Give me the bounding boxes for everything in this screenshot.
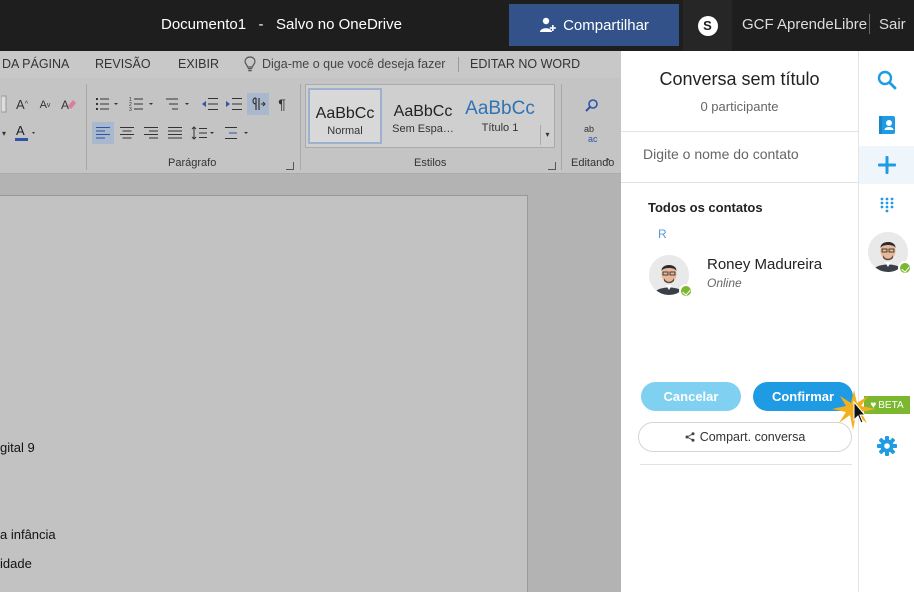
shrink-font-icon[interactable]: Av bbox=[36, 96, 54, 114]
line-spacing-icon[interactable] bbox=[190, 123, 218, 143]
divider bbox=[640, 464, 852, 465]
increase-indent-icon[interactable] bbox=[224, 94, 244, 114]
divider bbox=[869, 14, 870, 34]
contacts-letter-header: R bbox=[658, 227, 667, 241]
style-sample: AaBbCc bbox=[315, 105, 375, 122]
ribbon: A ^ Av A ▾ A 1 2 3 ¶ Parágrafo AaBbCc No… bbox=[0, 78, 621, 174]
title-bar: Documento1 - Salvo no OneDrive Compartil… bbox=[0, 0, 914, 51]
group-label-paragraph: Parágrafo bbox=[168, 157, 217, 169]
add-person-icon bbox=[540, 17, 556, 32]
share-conversation-button[interactable]: Compart. conversa bbox=[638, 422, 852, 452]
doc-text-line: gital 9 bbox=[0, 440, 35, 455]
doc-text-line: idade bbox=[0, 556, 32, 571]
find-icon[interactable] bbox=[582, 95, 602, 115]
styles-more-chevron-icon[interactable]: ▾ bbox=[540, 125, 554, 145]
skype-conversation-panel: Conversa sem título 0 participante Digit… bbox=[621, 51, 858, 592]
clear-format-icon[interactable]: A bbox=[58, 94, 78, 114]
ribbon-tabs: DA PÁGINA REVISÃO EXIBIR Diga-me o que v… bbox=[0, 51, 621, 78]
tab-review[interactable]: REVISÃO bbox=[95, 57, 151, 71]
document-title: Documento1 - Salvo no OneDrive bbox=[161, 16, 402, 33]
cancel-button[interactable]: Cancelar bbox=[641, 382, 741, 411]
collapse-ribbon-icon[interactable]: ⌃ bbox=[604, 157, 612, 168]
user-name[interactable]: GCF AprendeLibre bbox=[742, 16, 867, 33]
contact-name[interactable]: Roney Madureira bbox=[707, 256, 822, 273]
skype-button[interactable]: S bbox=[683, 0, 732, 51]
online-status-icon bbox=[898, 261, 912, 275]
conversation-title: Conversa sem título bbox=[659, 69, 820, 89]
dropdown-chevron-icon[interactable]: ▾ bbox=[0, 123, 8, 143]
divider bbox=[561, 84, 562, 170]
svg-text:ab: ab bbox=[584, 124, 594, 134]
style-no-spacing[interactable]: AaBbCc Sem Espa… bbox=[386, 88, 460, 144]
style-sample: AaBbCc bbox=[393, 103, 453, 120]
document-canvas: gital 9 a infância idade bbox=[0, 175, 621, 592]
share-button[interactable]: Compartilhar bbox=[509, 4, 679, 46]
paragraph-dialog-launcher[interactable] bbox=[286, 162, 294, 170]
skype-side-rail bbox=[858, 51, 914, 592]
tab-edit-in-word[interactable]: EDITAR NO WORD bbox=[470, 57, 580, 71]
decrease-indent-icon[interactable] bbox=[200, 94, 220, 114]
settings-icon[interactable] bbox=[859, 427, 914, 465]
paragraph-spacing-icon[interactable] bbox=[224, 123, 252, 143]
group-label-styles: Estilos bbox=[414, 157, 447, 169]
share-label: Compartilhar bbox=[563, 16, 649, 34]
doc-text-line: a infância bbox=[0, 527, 56, 542]
multilevel-list-icon[interactable] bbox=[164, 94, 194, 114]
grow-font-icon[interactable]: A ^ bbox=[12, 94, 32, 114]
add-icon[interactable] bbox=[859, 146, 914, 184]
divider bbox=[86, 84, 87, 170]
participant-count: 0 participante bbox=[700, 99, 779, 114]
style-heading-1[interactable]: AaBbCc Título 1 bbox=[463, 88, 537, 144]
contact-search-input[interactable]: Digite o nome do contato bbox=[643, 146, 799, 162]
replace-icon[interactable]: ab ac bbox=[580, 123, 604, 145]
profile-avatar[interactable] bbox=[868, 232, 912, 275]
click-highlight-icon bbox=[832, 390, 876, 430]
numbering-icon[interactable]: 1 2 3 bbox=[128, 94, 158, 114]
divider bbox=[458, 57, 459, 72]
contacts-book-icon[interactable] bbox=[859, 106, 914, 144]
align-right-icon[interactable] bbox=[141, 123, 161, 143]
divider bbox=[621, 131, 858, 132]
svg-text:A: A bbox=[61, 98, 69, 112]
align-left-icon[interactable] bbox=[92, 122, 114, 144]
tab-page-layout[interactable]: DA PÁGINA bbox=[2, 57, 69, 71]
style-name: Normal bbox=[327, 125, 363, 137]
tab-view[interactable]: EXIBIR bbox=[178, 57, 219, 71]
tell-me-text: Diga-me o que você deseja fazer bbox=[262, 57, 446, 71]
bullets-icon[interactable] bbox=[94, 94, 122, 114]
style-name: Sem Espa… bbox=[392, 123, 454, 135]
ltr-direction-icon[interactable] bbox=[247, 93, 269, 115]
styles-gallery: AaBbCc Normal AaBbCc Sem Espa… AaBbCc Tí… bbox=[305, 84, 555, 148]
styles-dialog-launcher[interactable] bbox=[548, 162, 556, 170]
document-page[interactable]: gital 9 a infância idade bbox=[0, 195, 528, 592]
search-icon[interactable] bbox=[859, 61, 914, 99]
divider bbox=[621, 182, 858, 183]
svg-text:3: 3 bbox=[129, 107, 132, 111]
beta-label: BETA bbox=[878, 399, 904, 411]
svg-text:A: A bbox=[16, 123, 25, 138]
share-icon bbox=[685, 432, 695, 442]
share-conversation-label: Compart. conversa bbox=[699, 430, 806, 444]
font-color-button[interactable]: A bbox=[12, 122, 40, 144]
svg-text:ac: ac bbox=[588, 134, 598, 144]
contact-avatar[interactable] bbox=[649, 255, 693, 298]
style-sample: AaBbCc bbox=[465, 98, 535, 119]
contact-status: Online bbox=[707, 276, 742, 290]
signout-link[interactable]: Sair bbox=[879, 16, 906, 33]
show-formatting-icon[interactable]: ¶ bbox=[272, 94, 292, 114]
tell-me-box[interactable]: Diga-me o que você deseja fazer bbox=[244, 56, 445, 72]
online-status-icon bbox=[679, 284, 693, 298]
font-size-dropdown[interactable] bbox=[0, 94, 8, 114]
contacts-heading: Todos os contatos bbox=[648, 200, 763, 215]
skype-icon: S bbox=[697, 15, 718, 36]
style-name: Título 1 bbox=[481, 122, 519, 134]
divider bbox=[300, 84, 301, 170]
align-center-icon[interactable] bbox=[117, 123, 137, 143]
style-normal[interactable]: AaBbCc Normal bbox=[308, 88, 382, 144]
dialpad-icon[interactable] bbox=[859, 186, 914, 224]
justify-icon[interactable] bbox=[165, 123, 185, 143]
lightbulb-icon bbox=[244, 56, 256, 72]
